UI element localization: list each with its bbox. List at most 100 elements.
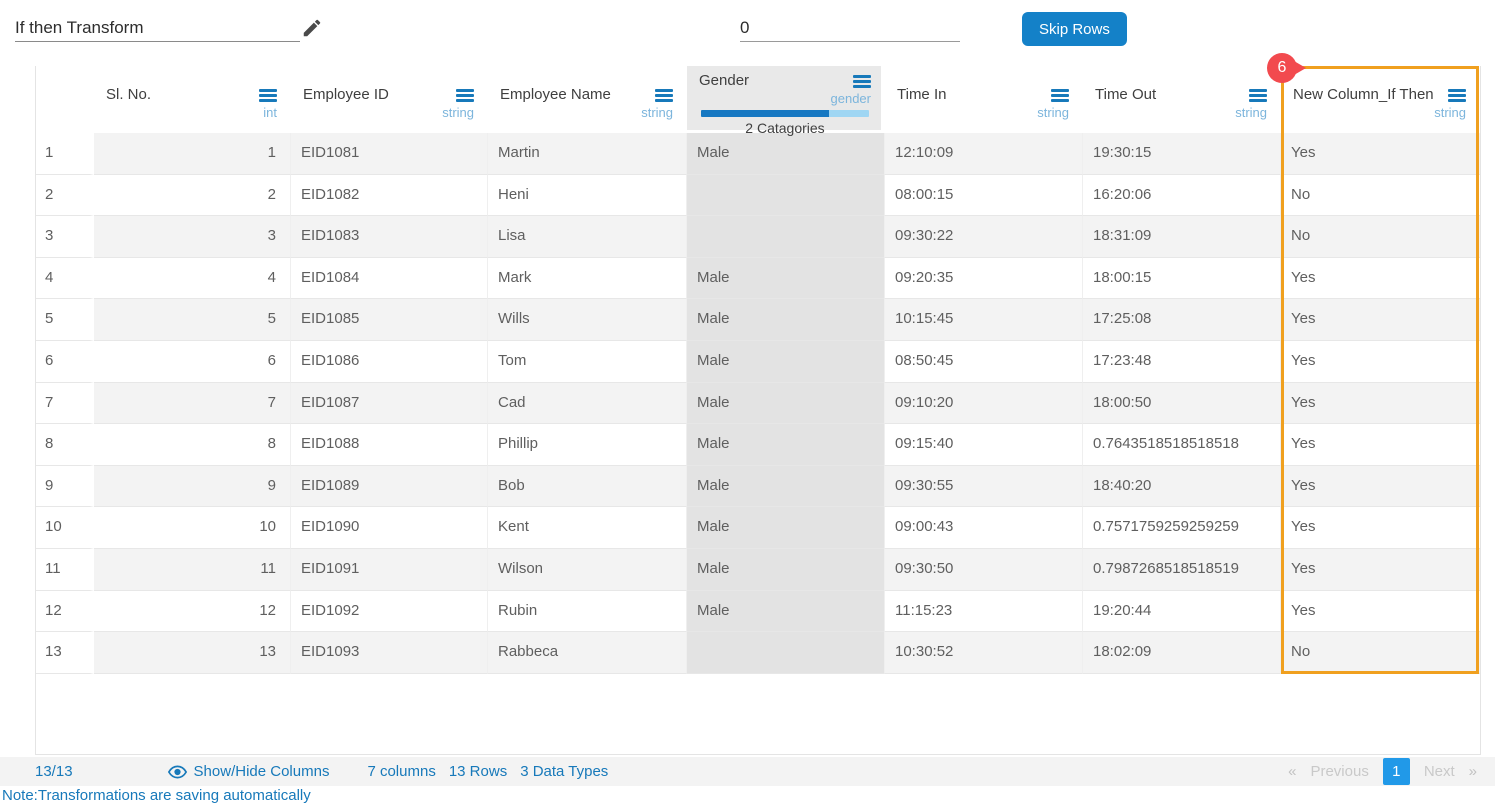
cell-timein[interactable]: 09:30:22 [885,216,1083,258]
cell-gender[interactable]: Male [687,258,885,300]
column-header-gender[interactable]: Gendergender2 Catagories [687,66,885,130]
column-menu-icon[interactable] [1448,86,1466,104]
skip-rows-input[interactable] [740,14,960,42]
cell-gender[interactable]: Male [687,383,885,425]
cell-eid[interactable]: EID1090 [291,507,488,549]
cell-name[interactable]: Tom [488,341,687,383]
cell-slno[interactable]: 10 [94,507,291,549]
cell-eid[interactable]: EID1091 [291,549,488,591]
cell-timeout[interactable]: 0.7571759259259259 [1083,507,1281,549]
cell-new[interactable]: No [1281,632,1480,674]
cell-timeout[interactable]: 18:02:09 [1083,632,1281,674]
pagination-page-1-button[interactable]: 1 [1383,758,1410,785]
cell-eid[interactable]: EID1093 [291,632,488,674]
cell-gender[interactable]: Male [687,424,885,466]
cell-gender[interactable]: Male [687,466,885,508]
cell-eid[interactable]: EID1083 [291,216,488,258]
cell-gender[interactable]: Male [687,133,885,175]
cell-timeout[interactable]: 18:31:09 [1083,216,1281,258]
cell-new[interactable]: Yes [1281,299,1480,341]
cell-timein[interactable]: 08:50:45 [885,341,1083,383]
cell-timeout[interactable]: 18:00:50 [1083,383,1281,425]
cell-gender[interactable]: Male [687,507,885,549]
cell-slno[interactable]: 7 [94,383,291,425]
column-header-eid[interactable]: Employee IDstring [291,66,488,130]
cell-name[interactable]: Bob [488,466,687,508]
cell-timeout[interactable]: 17:25:08 [1083,299,1281,341]
cell-timeout[interactable]: 0.7987268518518519 [1083,549,1281,591]
cell-new[interactable]: Yes [1281,341,1480,383]
cell-slno[interactable]: 4 [94,258,291,300]
cell-gender[interactable]: Male [687,299,885,341]
pagination-last-icon[interactable]: » [1469,763,1477,780]
cell-name[interactable]: Heni [488,175,687,217]
cell-timein[interactable]: 09:20:35 [885,258,1083,300]
cell-slno[interactable]: 2 [94,175,291,217]
cell-slno[interactable]: 1 [94,133,291,175]
cell-timeout[interactable]: 17:23:48 [1083,341,1281,383]
cell-timein[interactable]: 12:10:09 [885,133,1083,175]
column-header-timeout[interactable]: Time Outstring [1083,66,1281,130]
column-menu-icon[interactable] [259,86,277,104]
cell-name[interactable]: Rabbeca [488,632,687,674]
column-menu-icon[interactable] [655,86,673,104]
cell-timein[interactable]: 10:30:52 [885,632,1083,674]
cell-eid[interactable]: EID1086 [291,341,488,383]
cell-timeout[interactable]: 18:40:20 [1083,466,1281,508]
cell-new[interactable]: No [1281,216,1480,258]
cell-name[interactable]: Cad [488,383,687,425]
cell-new[interactable]: Yes [1281,591,1480,633]
edit-pencil-icon[interactable] [301,17,323,39]
cell-eid[interactable]: EID1084 [291,258,488,300]
column-menu-icon[interactable] [1249,86,1267,104]
cell-slno[interactable]: 5 [94,299,291,341]
cell-timein[interactable]: 09:10:20 [885,383,1083,425]
cell-slno[interactable]: 12 [94,591,291,633]
cell-slno[interactable]: 9 [94,466,291,508]
column-header-name[interactable]: Employee Namestring [488,66,687,130]
column-header-slno[interactable]: Sl. No.int [94,66,291,130]
cell-gender[interactable]: Male [687,591,885,633]
cell-gender[interactable]: Male [687,549,885,591]
show-hide-columns-button[interactable]: Show/Hide Columns [168,763,330,780]
cell-new[interactable]: No [1281,175,1480,217]
transform-name-input[interactable] [15,14,300,42]
cell-slno[interactable]: 13 [94,632,291,674]
cell-eid[interactable]: EID1089 [291,466,488,508]
cell-timein[interactable]: 09:30:55 [885,466,1083,508]
cell-name[interactable]: Kent [488,507,687,549]
cell-timeout[interactable]: 18:00:15 [1083,258,1281,300]
cell-timeout[interactable]: 0.7643518518518518 [1083,424,1281,466]
cell-gender[interactable] [687,175,885,217]
skip-rows-button[interactable]: Skip Rows [1022,12,1127,46]
pagination-first-icon[interactable]: « [1288,763,1296,780]
cell-timeout[interactable]: 19:20:44 [1083,591,1281,633]
cell-new[interactable]: Yes [1281,466,1480,508]
cell-timein[interactable]: 09:30:50 [885,549,1083,591]
cell-timein[interactable]: 10:15:45 [885,299,1083,341]
cell-eid[interactable]: EID1092 [291,591,488,633]
cell-gender[interactable] [687,216,885,258]
cell-eid[interactable]: EID1081 [291,133,488,175]
pagination-previous-button[interactable]: Previous [1310,763,1368,780]
cell-eid[interactable]: EID1082 [291,175,488,217]
column-menu-icon[interactable] [456,86,474,104]
cell-eid[interactable]: EID1085 [291,299,488,341]
cell-name[interactable]: Lisa [488,216,687,258]
cell-eid[interactable]: EID1087 [291,383,488,425]
cell-name[interactable]: Wills [488,299,687,341]
cell-timein[interactable]: 09:15:40 [885,424,1083,466]
cell-slno[interactable]: 3 [94,216,291,258]
cell-new[interactable]: Yes [1281,258,1480,300]
column-header-timein[interactable]: Time Instring [885,66,1083,130]
cell-timein[interactable]: 09:00:43 [885,507,1083,549]
cell-gender[interactable] [687,632,885,674]
cell-eid[interactable]: EID1088 [291,424,488,466]
cell-new[interactable]: Yes [1281,133,1480,175]
cell-slno[interactable]: 8 [94,424,291,466]
cell-slno[interactable]: 11 [94,549,291,591]
cell-name[interactable]: Rubin [488,591,687,633]
column-header-new[interactable]: New Column_If Thenstring [1281,66,1480,130]
cell-new[interactable]: Yes [1281,383,1480,425]
cell-new[interactable]: Yes [1281,424,1480,466]
